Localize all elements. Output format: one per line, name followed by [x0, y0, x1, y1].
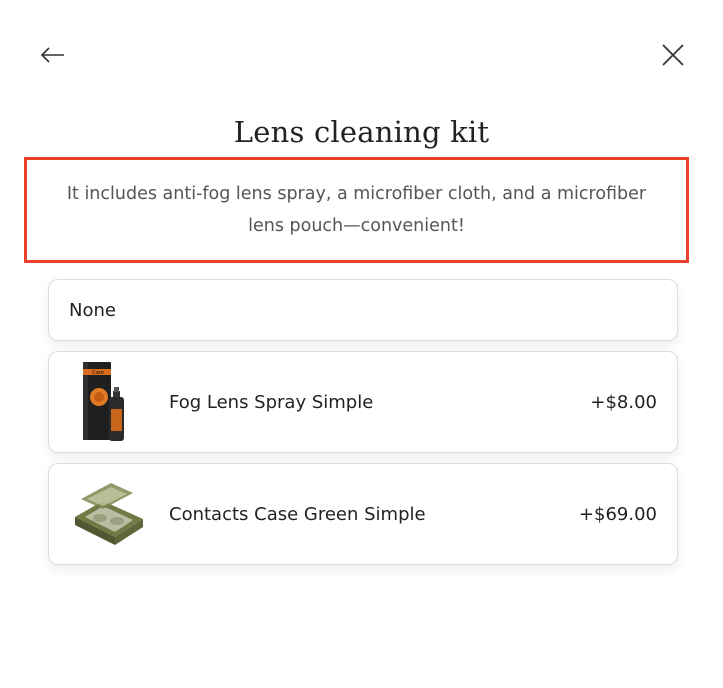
option-label: None — [69, 299, 116, 321]
option-price: +$8.00 — [590, 391, 657, 413]
option-label: Contacts Case Green Simple — [169, 503, 426, 525]
option-fog-lens-spray[interactable]: Care Fog Lens Spray Simple +$8.00 — [48, 351, 678, 453]
description-text: It includes anti-fog lens spray, a micro… — [66, 184, 647, 236]
svg-text:Care: Care — [92, 370, 104, 376]
option-price: +$69.00 — [578, 503, 657, 525]
description-highlight: It includes anti-fog lens spray, a micro… — [24, 157, 689, 263]
option-contacts-case[interactable]: Contacts Case Green Simple +$69.00 — [48, 463, 678, 565]
close-button[interactable] — [653, 35, 693, 75]
back-button[interactable] — [33, 35, 73, 75]
option-none[interactable]: None — [48, 279, 678, 341]
arrow-left-icon — [40, 47, 64, 63]
contacts-case-image — [59, 464, 159, 564]
option-label: Fog Lens Spray Simple — [169, 391, 374, 413]
spray-box-image: Care — [59, 352, 159, 452]
close-icon — [662, 44, 684, 66]
page-title: Lens cleaning kit — [233, 115, 490, 149]
